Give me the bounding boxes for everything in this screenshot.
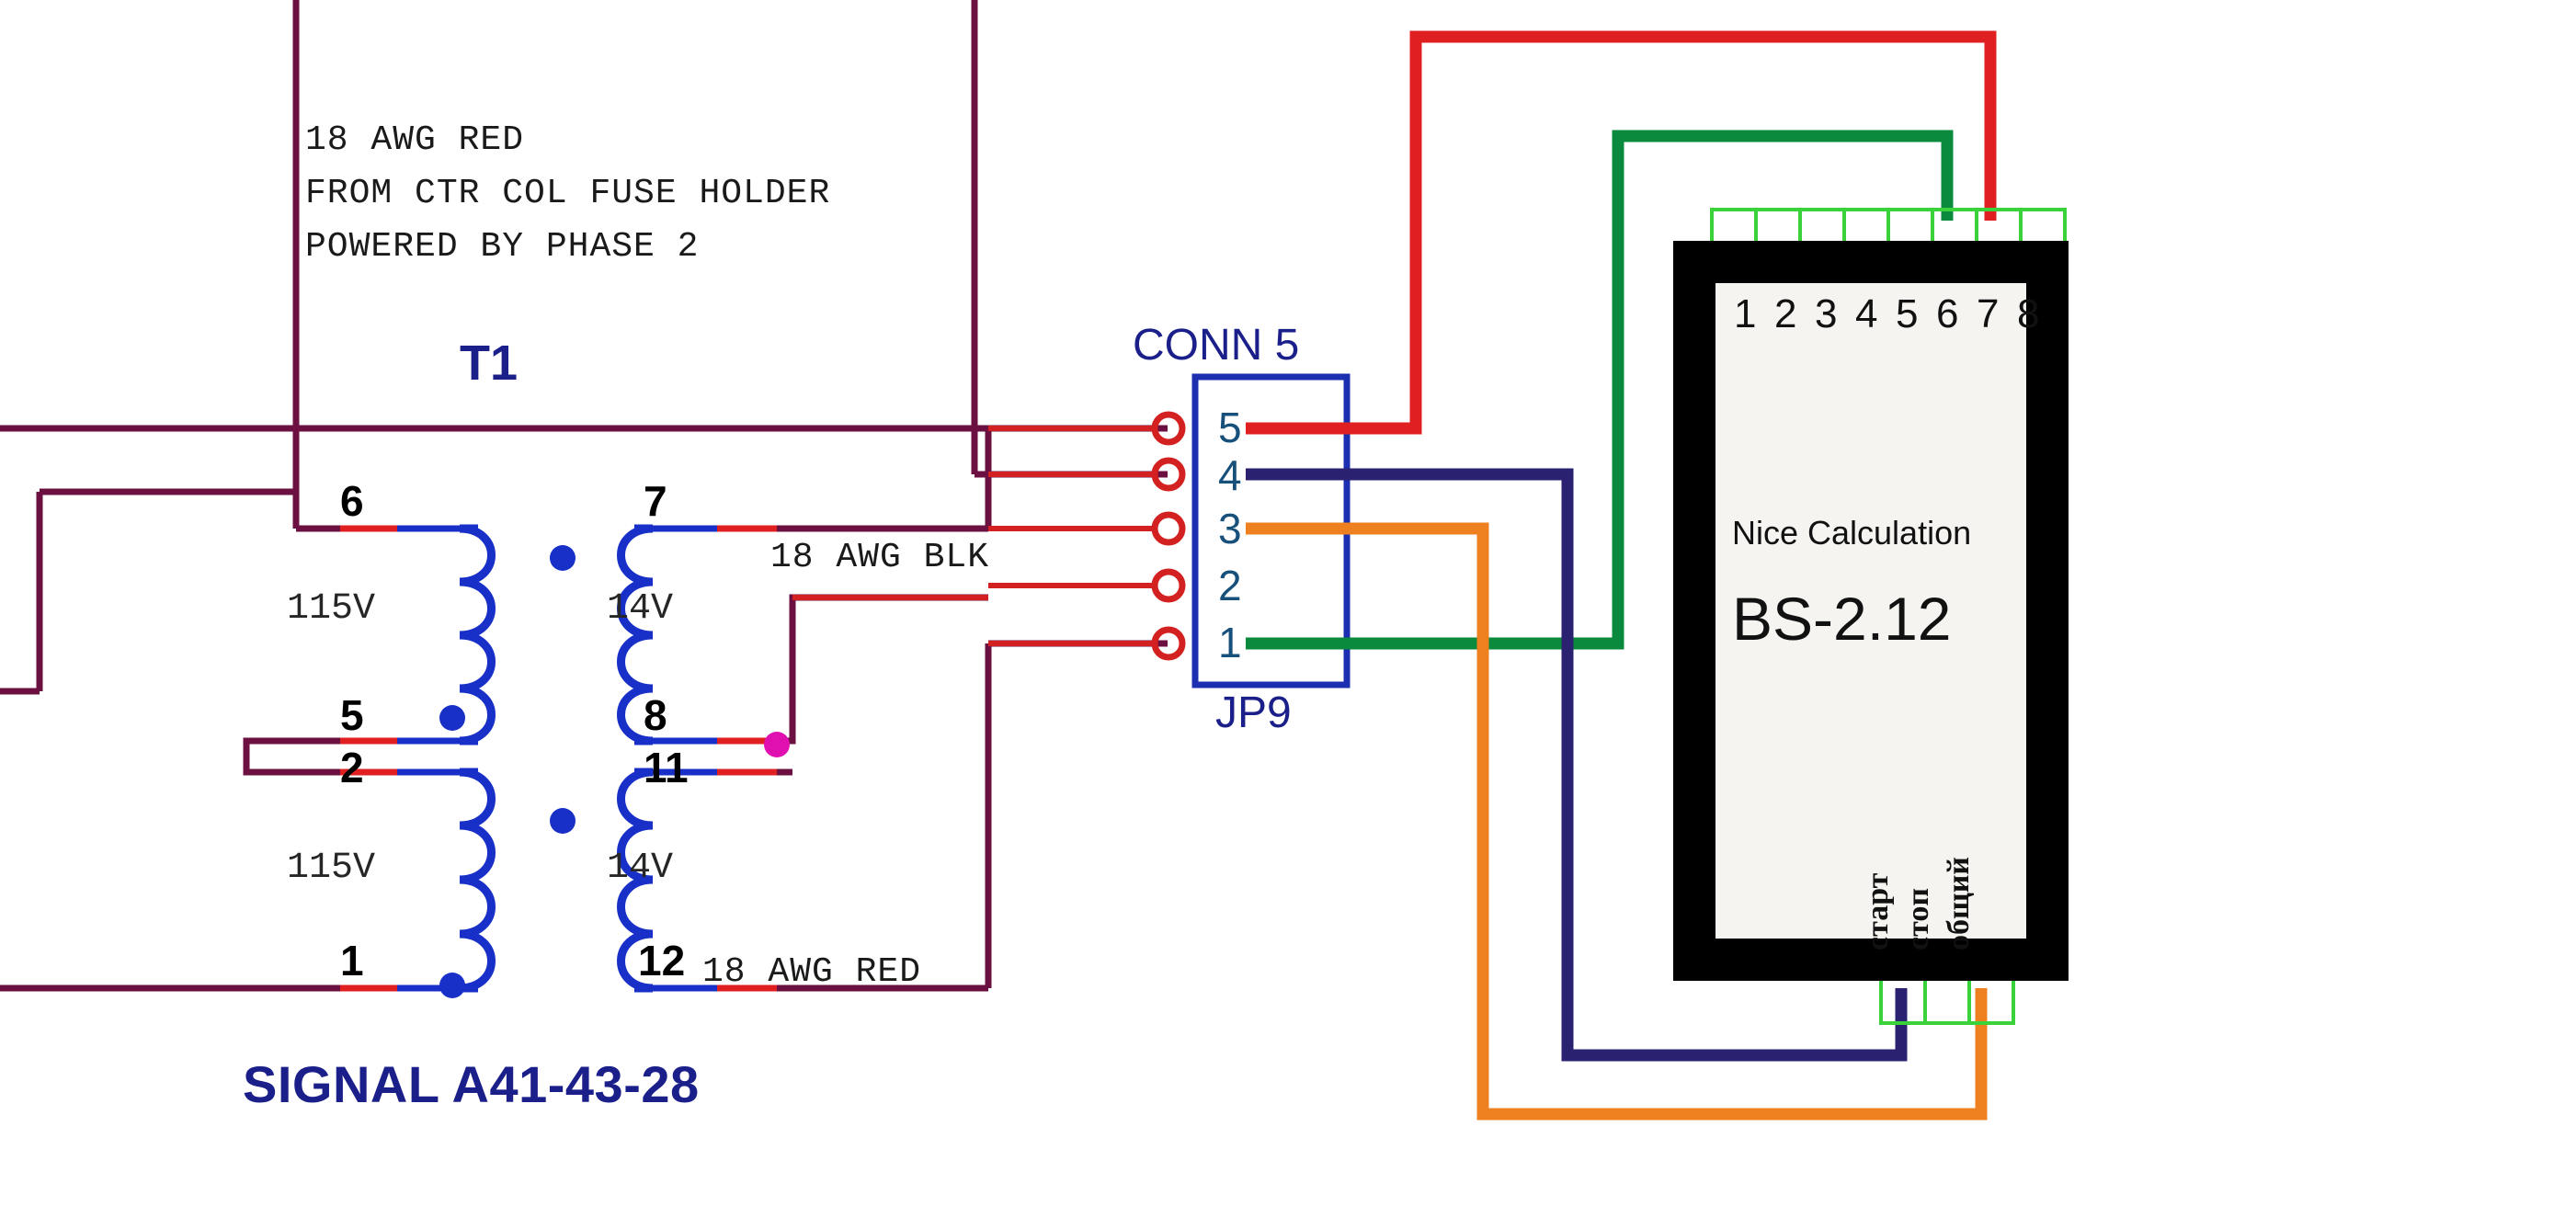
connector-pin-circles [1151,411,1186,661]
polarity-dot-secondary-bottom [550,808,576,834]
coil-primary-bottom [459,768,496,993]
terminal-number-12: 12 [638,937,686,984]
device-model: BS-2.12 [1732,585,1952,653]
device-top-pin-6: 6 [1936,291,1959,336]
voltage-primary-top: 115V [287,588,376,630]
schematic-canvas: 18 AWG RED FROM CTR COL FUSE HOLDER POWE… [0,0,2576,1229]
junction-dot-magenta [764,732,790,757]
polarity-dot-primary-top [439,705,465,731]
device-label-start: старт [1861,872,1895,950]
connector-title: CONN 5 [1133,321,1300,370]
maroon-wire-bracket-8-11 [772,594,988,745]
note-line-1: 18 AWG RED [305,120,525,160]
device-top-pin-4: 4 [1855,291,1878,336]
connector-ref-des: JP9 [1215,688,1292,737]
pin-circle-3[interactable] [1151,511,1186,546]
device-top-pin-3: 3 [1815,291,1838,336]
connector-pin-label-3: 3 [1218,505,1242,552]
voltage-secondary-top: 14V [607,588,674,630]
terminal-number-6: 6 [340,477,364,525]
pin-circle-2[interactable] [1151,568,1186,603]
device-top-pin-2: 2 [1774,291,1797,336]
note-line-2: FROM CTR COL FUSE HOLDER [305,174,831,213]
connector-pin-label-4: 4 [1218,451,1242,499]
device-top-pin-1: 1 [1734,291,1757,336]
label-18awg-blk: 18 AWG BLK [770,538,990,577]
device-label-stop: стоп [1901,888,1935,950]
polarity-dot-primary-bottom [439,973,465,998]
terminal-number-8: 8 [644,691,667,739]
maroon-wire-bracket-5-2 [243,737,395,776]
voltage-primary-bottom: 115V [287,848,376,889]
connector-pin-label-1: 1 [1218,619,1242,666]
terminal-number-5: 5 [340,691,364,739]
terminal-number-7: 7 [644,477,667,525]
transformer-ref-des: T1 [460,336,519,391]
voltage-secondary-bottom: 14V [607,848,674,889]
label-18awg-red: 18 AWG RED [702,952,922,992]
connector-pin-label-2: 2 [1218,562,1242,609]
bottom-terminal-slot-2[interactable] [1923,977,1971,1025]
transformer-part-number: SIGNAL A41-43-28 [243,1055,700,1113]
connector-pin-label-5: 5 [1218,404,1242,451]
device-top-pin-7: 7 [1977,291,2000,336]
maroon-wire-group [0,0,1168,992]
note-line-3: POWERED BY PHASE 2 [305,227,700,267]
terminal-number-1: 1 [340,937,364,984]
terminal-number-11: 11 [644,744,689,791]
device-label-common: общий [1942,857,1976,950]
device-brand: Nice Calculation [1732,514,1972,552]
polarity-dot-secondary-top [550,545,576,571]
device-top-pin-5: 5 [1896,291,1919,336]
device-top-pin-8: 8 [2017,291,2040,336]
coil-primary-top [459,524,496,745]
coil-lead-red-group [340,525,777,992]
terminal-number-2: 2 [340,744,364,791]
